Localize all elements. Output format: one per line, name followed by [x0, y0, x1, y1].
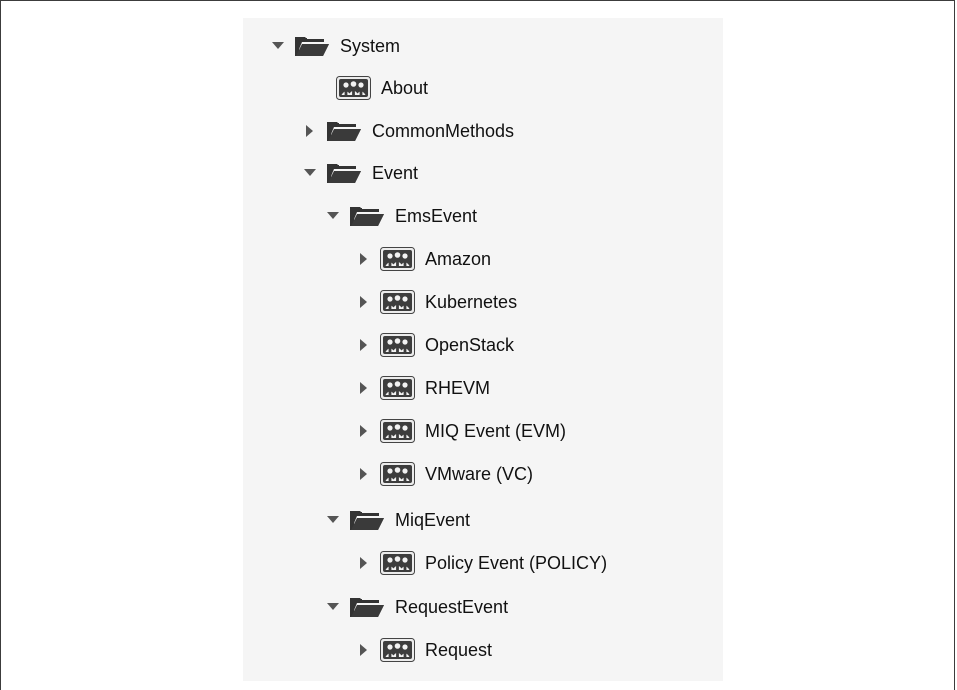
tree-node-label: EmsEvent [395, 205, 478, 226]
tree-node-label: MIQ Event (EVM) [425, 420, 567, 441]
folder-open-icon [326, 162, 362, 184]
tree-node-policy-event[interactable]: Policy Event (POLICY) [356, 548, 607, 578]
tree-node-label: CommonMethods [372, 120, 515, 141]
chevron-right-icon[interactable] [356, 244, 372, 274]
tree-node-common-methods[interactable]: CommonMethods [302, 116, 514, 146]
chevron-down-icon[interactable] [325, 592, 341, 622]
chevron-right-icon[interactable] [302, 116, 318, 146]
tree-node-openstack[interactable]: OpenStack [356, 330, 514, 360]
chevron-right-icon[interactable] [356, 287, 372, 317]
namespace-icon [336, 76, 371, 100]
folder-open-icon [349, 205, 385, 227]
tree-node-system[interactable]: System [270, 31, 400, 61]
tree-node-label: System [340, 35, 401, 56]
tree-node-request[interactable]: Request [356, 635, 492, 665]
chevron-down-icon[interactable] [270, 31, 286, 61]
tree-node-event[interactable]: Event [302, 158, 418, 188]
chevron-right-icon[interactable] [356, 548, 372, 578]
tree-toggle-spacer [312, 73, 328, 103]
namespace-icon [380, 462, 415, 486]
tree-node-request-event[interactable]: RequestEvent [325, 592, 508, 622]
chevron-down-icon[interactable] [325, 505, 341, 535]
tree-node-label: About [381, 77, 429, 98]
chevron-down-icon[interactable] [325, 201, 341, 231]
tree-node-label: Policy Event (POLICY) [425, 552, 608, 573]
tree-node-label: Kubernetes [425, 291, 518, 312]
folder-open-icon [349, 596, 385, 618]
tree-node-kubernetes[interactable]: Kubernetes [356, 287, 517, 317]
folder-open-icon [294, 35, 330, 57]
chevron-right-icon[interactable] [356, 459, 372, 489]
chevron-right-icon[interactable] [356, 416, 372, 446]
tree-node-miq-event-evm[interactable]: MIQ Event (EVM) [356, 416, 566, 446]
tree-node-ems-event[interactable]: EmsEvent [325, 201, 477, 231]
namespace-icon [380, 376, 415, 400]
tree-node-label: RHEVM [425, 377, 491, 398]
namespace-icon [380, 247, 415, 271]
tree-node-rhevm[interactable]: RHEVM [356, 373, 490, 403]
chevron-right-icon[interactable] [356, 330, 372, 360]
namespace-icon [380, 290, 415, 314]
folder-open-icon [349, 509, 385, 531]
chevron-right-icon[interactable] [356, 635, 372, 665]
tree-node-vmware-vc[interactable]: VMware (VC) [356, 459, 533, 489]
tree-node-label: Amazon [425, 248, 492, 269]
namespace-icon [380, 638, 415, 662]
tree-node-amazon[interactable]: Amazon [356, 244, 491, 274]
namespace-icon [380, 551, 415, 575]
tree-node-miq-event[interactable]: MiqEvent [325, 505, 470, 535]
tree-node-label: VMware (VC) [425, 463, 534, 484]
namespace-icon [380, 419, 415, 443]
chevron-right-icon[interactable] [356, 373, 372, 403]
tree-node-label: MiqEvent [395, 509, 471, 530]
tree-node-label: Request [425, 639, 493, 660]
tree-node-label: OpenStack [425, 334, 515, 355]
tree-node-about[interactable]: About [312, 73, 428, 103]
tree-node-label: Event [372, 162, 419, 183]
namespace-icon [380, 333, 415, 357]
tree-node-label: RequestEvent [395, 596, 509, 617]
folder-open-icon [326, 120, 362, 142]
chevron-down-icon[interactable] [302, 158, 318, 188]
